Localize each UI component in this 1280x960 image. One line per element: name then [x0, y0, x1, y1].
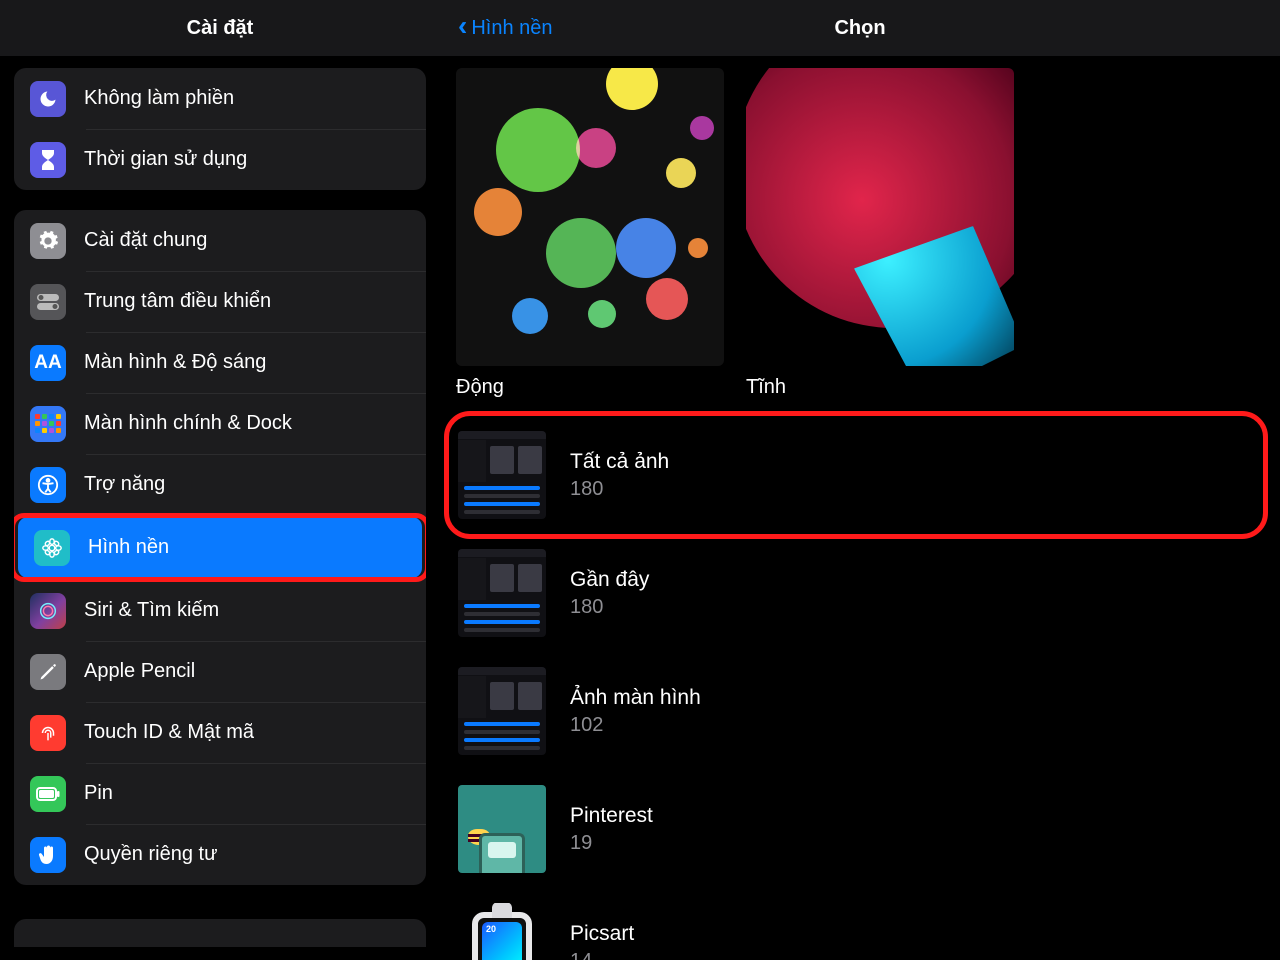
moon-icon: [30, 81, 66, 117]
dynamic-wallpaper-thumb: [456, 68, 724, 366]
sidebar-item-privacy[interactable]: Quyền riêng tư: [14, 824, 426, 885]
flower-icon: [34, 530, 70, 566]
sidebar-item-apple-pencil[interactable]: Apple Pencil: [14, 641, 426, 702]
sidebar-item-label: Siri & Tìm kiếm: [84, 599, 219, 622]
album-title: Gần đây: [570, 568, 649, 592]
detail-title: Chọn: [440, 17, 1280, 40]
sidebar-item-label: Quyền riêng tư: [84, 843, 217, 866]
sidebar-item-wallpaper[interactable]: Hình nền: [18, 517, 422, 578]
app-grid-icon: [30, 406, 66, 442]
sidebar-item-siri[interactable]: Siri & Tìm kiếm: [14, 580, 426, 641]
album-count: 180: [570, 478, 669, 501]
wallpaper-type-row: Động Tĩnh: [456, 68, 1264, 399]
sidebar-item-label: Cài đặt chung: [84, 229, 207, 252]
sidebar-item-general[interactable]: Cài đặt chung: [14, 210, 426, 271]
toggles-icon: [30, 284, 66, 320]
album-thumb: [458, 431, 546, 519]
sidebar-item-do-not-disturb[interactable]: Không làm phiền: [14, 68, 426, 129]
album-count: 180: [570, 596, 649, 619]
sidebar-item-homescreen[interactable]: Màn hình chính & Dock: [14, 393, 426, 454]
sidebar-item-display[interactable]: AA Màn hình & Độ sáng: [14, 332, 426, 393]
sidebar-item-label: Màn hình & Độ sáng: [84, 351, 266, 374]
album-thumb: 2041: [458, 903, 546, 960]
hand-icon: [30, 837, 66, 873]
sidebar-item-screentime[interactable]: Thời gian sử dụng: [14, 129, 426, 190]
siri-icon: [30, 593, 66, 629]
settings-sidebar: Cài đặt Không làm phiền Thời gian sử dụn…: [0, 0, 440, 960]
wallpaper-chooser: ‹ Hình nền Chọn: [440, 0, 1280, 960]
album-picsart[interactable]: 2041 Picsart 14: [456, 901, 1264, 960]
hourglass-icon: [30, 142, 66, 178]
album-thumb: [458, 667, 546, 755]
album-title: Ảnh màn hình: [570, 686, 701, 710]
sidebar-item-label: Màn hình chính & Dock: [84, 412, 292, 435]
album-count: 102: [570, 714, 701, 737]
text-size-icon: AA: [30, 345, 66, 381]
sidebar-item-battery[interactable]: Pin: [14, 763, 426, 824]
sidebar-item-accessibility[interactable]: Trợ năng: [14, 454, 426, 515]
album-thumb: [458, 549, 546, 637]
sidebar-item-wallpaper-highlight: Hình nền: [14, 517, 426, 578]
wallpaper-option-label: Động: [456, 376, 724, 399]
wallpaper-option-still[interactable]: Tĩnh: [746, 68, 1014, 399]
settings-title: Cài đặt: [0, 0, 440, 56]
pencil-icon: [30, 654, 66, 690]
wallpaper-option-dynamic[interactable]: Động: [456, 68, 724, 399]
album-title: Picsart: [570, 922, 634, 946]
album-title: Pinterest: [570, 804, 653, 828]
gear-icon: [30, 223, 66, 259]
sidebar-item-label: Touch ID & Mật mã: [84, 721, 254, 744]
album-thumb: [458, 785, 546, 873]
album-count: 14: [570, 950, 634, 960]
settings-group-focus: Không làm phiền Thời gian sử dụng: [14, 68, 426, 190]
album-list: Tất cả ảnh 180 Gần đây: [456, 429, 1264, 960]
sidebar-item-label: Trợ năng: [84, 473, 165, 496]
sidebar-item-label: Hình nền: [88, 536, 169, 559]
still-wallpaper-thumb: [746, 68, 1014, 366]
battery-icon: [30, 776, 66, 812]
album-screenshots[interactable]: Ảnh màn hình 102: [456, 665, 1264, 757]
sidebar-item-label: Trung tâm điều khiển: [84, 290, 271, 313]
chevron-left-icon: ‹: [458, 12, 467, 40]
sidebar-item-label: Pin: [84, 782, 113, 805]
wallpaper-option-label: Tĩnh: [746, 376, 1014, 399]
sidebar-item-label: Không làm phiền: [84, 87, 234, 110]
album-recents[interactable]: Gần đây 180: [456, 547, 1264, 639]
sidebar-item-label: Apple Pencil: [84, 660, 195, 683]
fingerprint-icon: [30, 715, 66, 751]
back-label: Hình nền: [471, 17, 552, 40]
album-count: 19: [570, 832, 653, 855]
sidebar-item-touchid[interactable]: Touch ID & Mật mã: [14, 702, 426, 763]
sidebar-item-control-center[interactable]: Trung tâm điều khiển: [14, 271, 426, 332]
detail-header: ‹ Hình nền Chọn: [440, 0, 1280, 56]
back-button[interactable]: ‹ Hình nền: [440, 14, 553, 42]
sidebar-item-label: Thời gian sử dụng: [84, 148, 247, 171]
album-all-photos[interactable]: Tất cả ảnh 180: [456, 429, 1264, 521]
album-title: Tất cả ảnh: [570, 450, 669, 474]
accessibility-icon: [30, 467, 66, 503]
settings-group-general: Cài đặt chung Trung tâm điều khiển AA Mà…: [14, 210, 426, 885]
album-pinterest[interactable]: Pinterest 19: [456, 783, 1264, 875]
settings-group-partial: [14, 919, 426, 947]
